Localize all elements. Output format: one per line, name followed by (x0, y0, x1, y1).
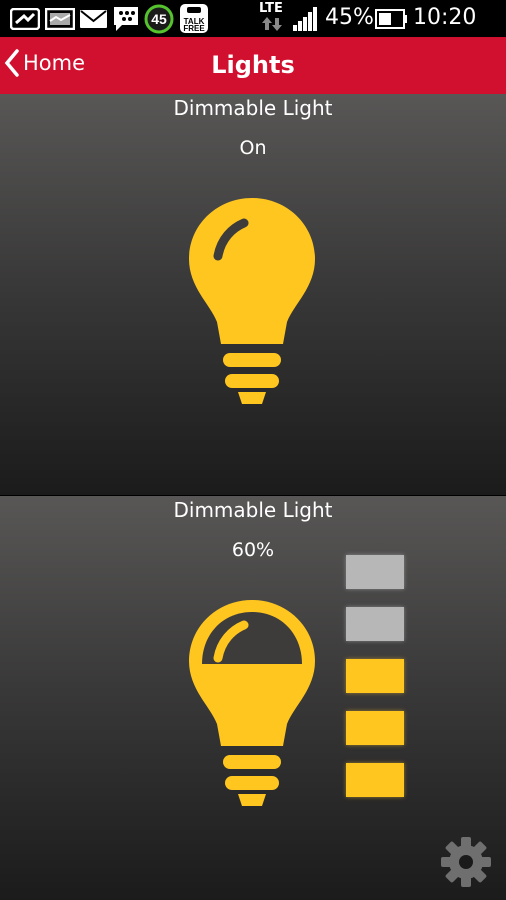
bbm-icon (114, 7, 138, 31)
gallery-icon (45, 8, 75, 30)
page-title: Lights (211, 51, 295, 79)
dimmer-level-2[interactable] (346, 711, 404, 745)
light-card-2: Dimmable Light 60% (0, 496, 506, 900)
dimmer-level-1[interactable] (346, 763, 404, 797)
nav-bar: Home Lights (0, 37, 506, 95)
battery-percent: 45% (325, 5, 374, 30)
lightbulb-on-icon[interactable] (188, 196, 316, 406)
clock-time: 10:20 (413, 5, 477, 30)
timer-45-icon: 45 (144, 4, 174, 34)
dimmer-level-3[interactable] (346, 659, 404, 693)
lte-arrows-icon (262, 17, 282, 31)
signal-icon (293, 7, 317, 31)
network-label: LTE (259, 1, 283, 16)
gear-icon[interactable] (440, 836, 492, 888)
status-bar: 45 TALK FREE LTE 45% 10:20 AM (0, 0, 506, 53)
mail-icon (80, 10, 107, 28)
light-name: Dimmable Light (173, 498, 333, 522)
talkfree-icon: TALK FREE (180, 4, 208, 33)
light-state: 60% (231, 539, 275, 561)
image-icon (10, 8, 40, 30)
dimmer-level-5[interactable] (346, 555, 404, 589)
light-card-1: Dimmable Light On (0, 94, 506, 495)
lightbulb-dimmed-icon[interactable] (188, 598, 316, 808)
svg-text:FREE: FREE (183, 24, 205, 33)
light-name: Dimmable Light (173, 96, 333, 120)
light-state: On (239, 137, 267, 159)
svg-text:45: 45 (151, 11, 167, 27)
dimmer-level-4[interactable] (346, 607, 404, 641)
battery-icon (375, 9, 407, 29)
